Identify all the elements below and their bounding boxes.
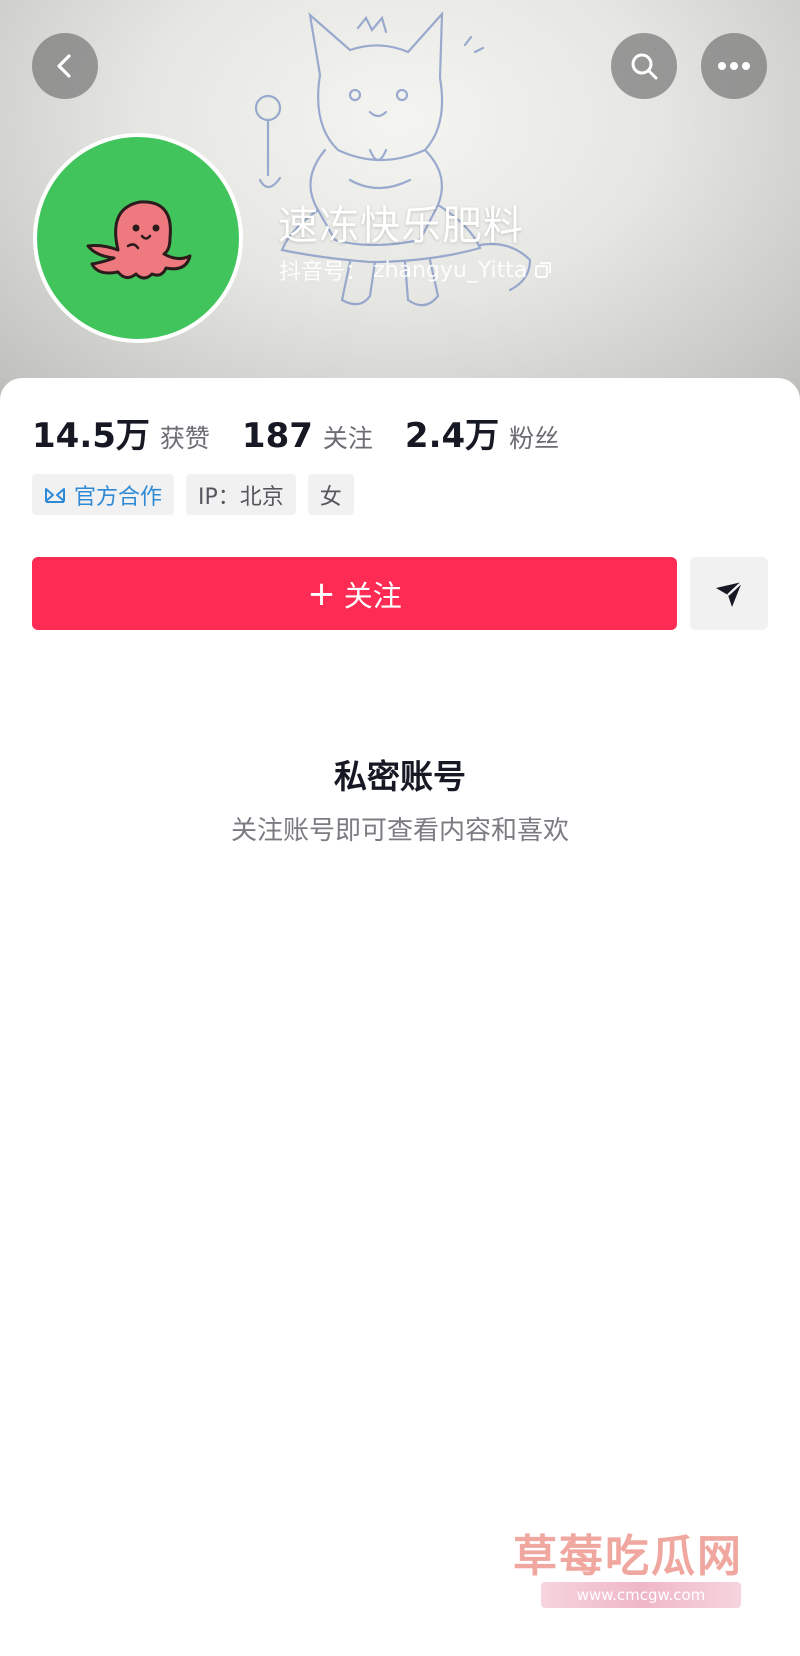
octopus-avatar-image <box>86 200 192 280</box>
stat-value: 187 <box>241 416 313 456</box>
official-partner-tag[interactable]: 官方合作 <box>32 474 175 515</box>
official-partner-label: 官方合作 <box>74 484 163 510</box>
stat-label: 关注 <box>322 424 373 453</box>
site-watermark: 草莓吃瓜网 www.cmcgw.com <box>513 1520 753 1630</box>
stat-following[interactable]: 187 关注 <box>242 416 373 456</box>
partner-badge-icon <box>45 487 65 503</box>
more-dots-icon <box>718 62 750 70</box>
plus-icon: + <box>307 573 336 614</box>
search-icon <box>631 53 658 80</box>
watermark-url: www.cmcgw.com <box>541 1582 741 1608</box>
stat-label: 获赞 <box>159 424 210 453</box>
account-id-label: 抖音号： <box>279 260 368 285</box>
account-id: 抖音号： zhangyu_Yitta <box>279 254 553 286</box>
account-id-value: zhangyu_Yitta <box>373 257 528 283</box>
copy-icon[interactable] <box>533 260 553 280</box>
display-name: 速冻快乐肥料 <box>278 203 524 249</box>
follow-button[interactable]: + 关注 <box>32 557 677 630</box>
private-account-description: 关注账号即可查看内容和喜欢 <box>230 816 569 846</box>
profile-content-card: 14.5万 获赞 187 关注 2.4万 粉丝 官方合作 IP：北京 女 + 关… <box>0 378 800 1656</box>
chevron-left-icon <box>57 54 71 78</box>
stat-likes[interactable]: 14.5万 获赞 <box>32 408 210 457</box>
send-message-button[interactable] <box>690 557 768 630</box>
follow-button-label: 关注 <box>343 578 402 613</box>
profile-stats: 14.5万 获赞 187 关注 2.4万 粉丝 <box>32 408 591 457</box>
watermark-text: 草莓吃瓜网 <box>513 1531 743 1582</box>
stat-value: 14.5万 <box>32 416 150 456</box>
ip-location-tag: IP：北京 <box>186 474 296 515</box>
gender-tag: 女 <box>307 474 354 515</box>
profile-tags: 官方合作 IP：北京 女 <box>32 474 354 515</box>
back-button[interactable] <box>32 33 98 99</box>
private-account-title: 私密账号 <box>334 757 466 796</box>
search-button[interactable] <box>611 33 677 99</box>
stat-label: 粉丝 <box>509 424 560 453</box>
stat-followers[interactable]: 2.4万 粉丝 <box>405 408 559 457</box>
paper-plane-icon <box>716 580 743 607</box>
stat-value: 2.4万 <box>404 416 500 456</box>
more-options-button[interactable] <box>701 33 767 99</box>
avatar[interactable] <box>33 133 243 343</box>
